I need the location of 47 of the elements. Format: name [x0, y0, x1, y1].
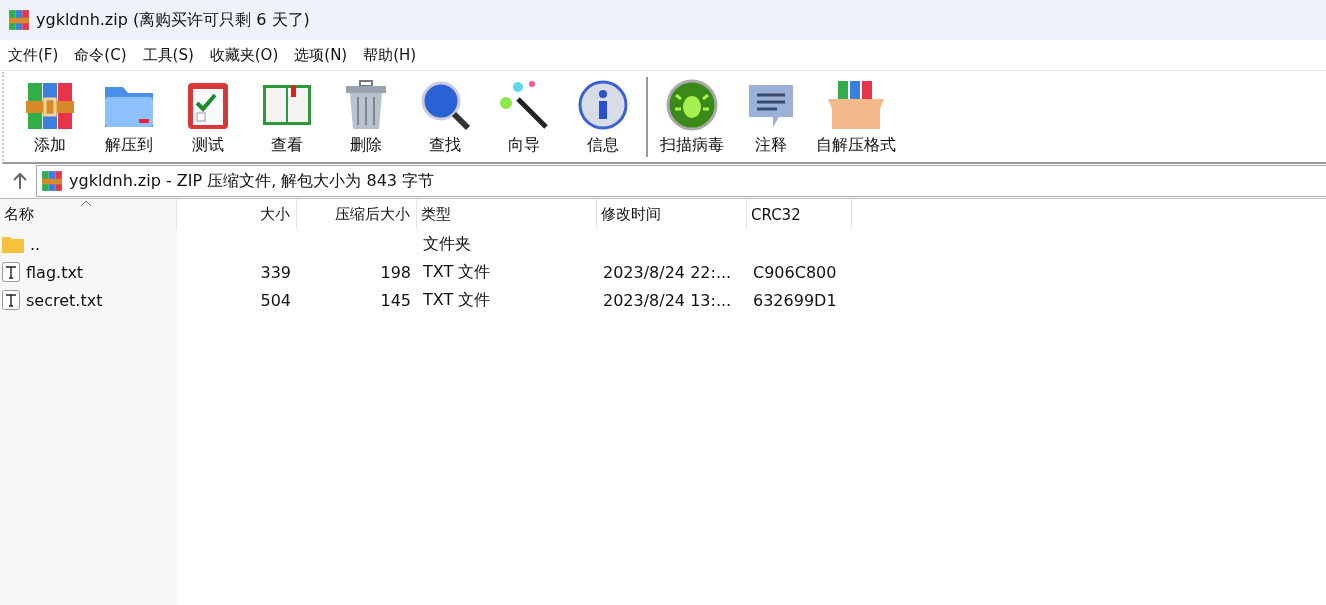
bug-icon [665, 78, 718, 131]
address-field[interactable]: ygkldnh.zip - ZIP 压缩文件, 解包大小为 843 字节 [36, 165, 1326, 197]
toolbar-button[interactable]: 自解压格式 [810, 75, 902, 159]
toolbar-button[interactable]: 测试 [168, 75, 247, 159]
column-header[interactable]: 名称 [0, 199, 177, 230]
table-cell: secret.txt [26, 290, 103, 310]
table-cell: 文件夹 [423, 233, 471, 255]
table-cell: 2023/8/24 13:... [603, 290, 732, 310]
table-cell: 2023/8/24 22:... [603, 262, 732, 282]
table-cell: C906C800 [753, 262, 837, 282]
menu-item[interactable]: 命令(C) [66, 45, 135, 65]
window-title: ygkldnh.zip (离购买许可只剩 6 天了) [36, 9, 310, 31]
table-cell: TXT 文件 [423, 261, 491, 283]
toolbar-button[interactable]: 解压到 [89, 75, 168, 159]
menu-item[interactable]: 选项(N) [286, 45, 356, 65]
table-cell: 632699D1 [753, 290, 837, 310]
info-icon [576, 78, 629, 131]
menu-item[interactable]: 工具(S) [134, 45, 202, 65]
toolbar-button[interactable]: 删除 [326, 75, 405, 159]
column-header[interactable]: 类型 [417, 199, 597, 230]
toolbar-button[interactable]: 向导 [484, 75, 563, 159]
archive-icon [41, 170, 63, 192]
table-cell: .. [30, 234, 41, 254]
address-text: ygkldnh.zip - ZIP 压缩文件, 解包大小为 843 字节 [69, 170, 435, 192]
column-header[interactable]: 压缩后大小 [297, 199, 417, 230]
menu-item[interactable]: 文件(F) [0, 45, 67, 65]
table-cell: 198 [380, 262, 411, 282]
up-arrow-icon[interactable] [12, 172, 28, 190]
menu-item[interactable]: 帮助(H) [355, 45, 425, 65]
folder-icon [2, 235, 24, 253]
menu-item[interactable]: 收藏夹(O) [201, 45, 287, 65]
table-cell: 339 [260, 262, 291, 282]
toolbar-button[interactable]: 添加 [10, 75, 89, 159]
table-cell: flag.txt [26, 262, 84, 282]
column-header[interactable]: 修改时间 [597, 199, 747, 230]
column-header[interactable]: CRC32 [747, 199, 852, 230]
toolbar-button[interactable]: 查看 [247, 75, 326, 159]
table-cell: 145 [380, 290, 411, 310]
table-cell: TXT 文件 [423, 289, 491, 311]
toolbar-button[interactable]: 扫描病毒 [652, 75, 731, 159]
toolbar-button[interactable]: 查找 [405, 75, 484, 159]
magic-wand-icon [497, 78, 550, 131]
toolbar-button[interactable]: 注释 [731, 75, 810, 159]
column-header[interactable]: 大小 [177, 199, 297, 230]
toolbar-button[interactable]: 信息 [563, 75, 642, 159]
table-cell: 504 [260, 290, 291, 310]
archive-icon [8, 9, 30, 31]
